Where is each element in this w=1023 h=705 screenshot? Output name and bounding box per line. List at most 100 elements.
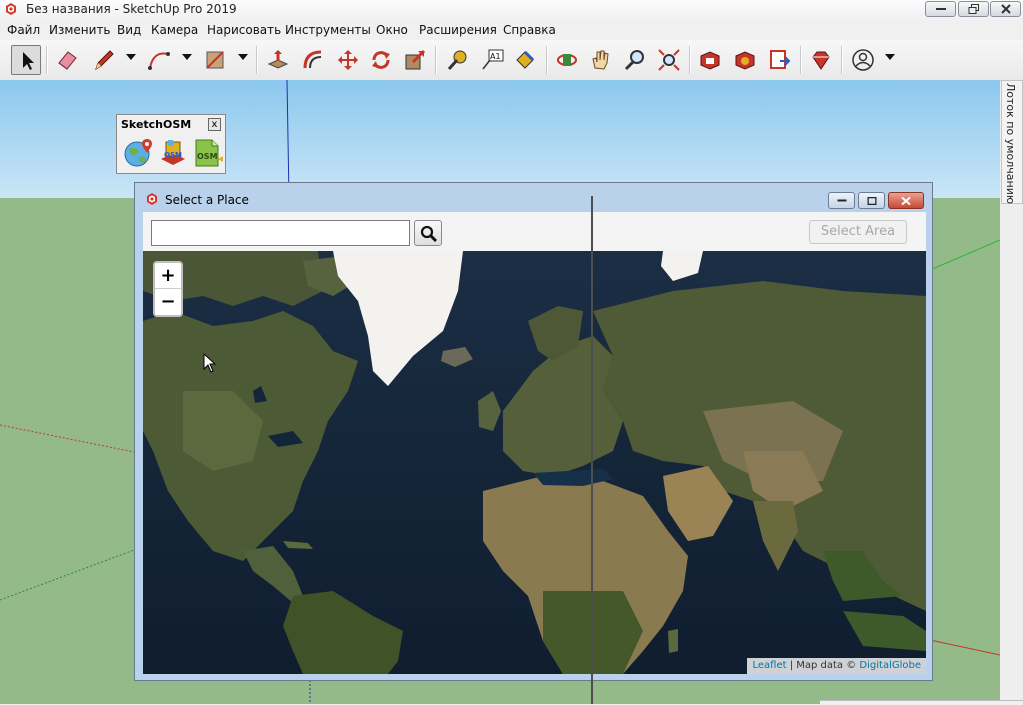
menu-camera[interactable]: Камера: [151, 23, 198, 37]
osm-file-icon[interactable]: OSM: [192, 137, 224, 169]
satellite-map[interactable]: + − Leaflet | Map data © DigitalGlobe: [143, 251, 926, 674]
restore-icon: [968, 4, 979, 14]
dialog-close-button[interactable]: [888, 192, 924, 209]
move-icon: [338, 50, 358, 70]
ruby-console-button[interactable]: [806, 45, 836, 75]
menu-edit[interactable]: Изменить: [49, 23, 111, 37]
offset-icon: [303, 50, 322, 69]
dialog-title: Select a Place: [165, 193, 249, 207]
sketchosm-title: SketchOSM: [121, 118, 192, 131]
3d-warehouse-button[interactable]: [695, 45, 725, 75]
search-icon: [420, 225, 438, 243]
pencil-line-icon: [95, 50, 114, 71]
title-bar: Без названия - SketchUp Pro 2019: [0, 0, 1023, 20]
paint-bucket-icon: [516, 50, 535, 69]
pan-hand-icon: [592, 50, 609, 70]
menu-draw[interactable]: Нарисовать: [207, 23, 281, 37]
default-tray-tab[interactable]: Лоток по умолчанию: [1001, 80, 1023, 204]
menu-help[interactable]: Справка: [503, 23, 556, 37]
search-button[interactable]: [414, 220, 442, 246]
send-to-layout-button[interactable]: [765, 45, 795, 75]
offset-tool-button[interactable]: [298, 45, 328, 75]
paint-bucket-tool-button[interactable]: [510, 45, 540, 75]
arc-tool-button[interactable]: [144, 45, 174, 75]
scale-tool-button[interactable]: [400, 45, 430, 75]
close-icon: [901, 196, 911, 205]
zoom-in-button[interactable]: +: [155, 263, 181, 289]
layout-send-icon: [770, 50, 791, 69]
ruby-icon: [812, 51, 830, 70]
attribution-text: | Map data ©: [786, 660, 860, 671]
extension-warehouse-button[interactable]: [730, 45, 760, 75]
world-map-imagery: [143, 251, 926, 674]
close-icon: [1000, 4, 1011, 14]
leaflet-link[interactable]: Leaflet: [752, 660, 786, 671]
osm-file-label: OSM: [197, 152, 218, 161]
scale-icon: [405, 49, 426, 70]
pan-tool-button[interactable]: [586, 45, 616, 75]
zoom-extents-tool-button[interactable]: [654, 45, 684, 75]
text-tool-button[interactable]: A1: [477, 45, 507, 75]
line-tool-dropdown[interactable]: [126, 54, 136, 60]
zoom-extents-icon: [658, 49, 680, 71]
select-arrow-icon: [23, 52, 34, 70]
sketchosm-close-button[interactable]: x: [208, 118, 221, 131]
osm-import-icon[interactable]: OSM: [157, 137, 189, 169]
dialog-minimize-button[interactable]: [828, 192, 855, 209]
extension-warehouse-icon: [735, 51, 755, 70]
provider-link[interactable]: DigitalGlobe: [859, 660, 921, 671]
place-search-input[interactable]: [151, 220, 410, 246]
select-area-button[interactable]: Select Area: [809, 220, 907, 244]
rectangle-icon: [206, 51, 224, 69]
zoom-tool-button[interactable]: [620, 45, 650, 75]
minimize-icon: [935, 8, 946, 10]
select-place-dialog: Select a Place Select Area + − Leaflet |…: [134, 182, 933, 681]
account-button[interactable]: [848, 45, 878, 75]
maximize-icon: [867, 196, 876, 205]
eraser-icon: [58, 51, 77, 70]
tray-panel: [1000, 204, 1023, 704]
menu-view[interactable]: Вид: [117, 23, 141, 37]
orbit-tool-button[interactable]: [552, 45, 582, 75]
default-tray-label: Лоток по умолчанию: [1004, 83, 1017, 205]
globe-pin-icon[interactable]: [123, 137, 155, 169]
push-pull-icon: [267, 50, 289, 69]
move-tool-button[interactable]: [333, 45, 363, 75]
mouse-cursor-icon: [203, 353, 217, 373]
zoom-icon: [624, 50, 644, 71]
rectangle-tool-button[interactable]: [200, 45, 230, 75]
zoom-out-button[interactable]: −: [155, 289, 181, 315]
menu-window[interactable]: Окно: [376, 23, 408, 37]
account-icon: [852, 49, 874, 71]
tape-measure-tool-button[interactable]: [442, 45, 472, 75]
3d-warehouse-icon: [700, 51, 720, 70]
sketchup-logo-icon: [6, 3, 16, 15]
rectangle-tool-dropdown[interactable]: [238, 54, 248, 60]
select-tool-button[interactable]: [11, 45, 41, 75]
menu-file[interactable]: Файл: [7, 23, 40, 37]
map-zoom-control: + −: [153, 261, 183, 317]
rotate-tool-button[interactable]: [366, 45, 396, 75]
arc-icon: [148, 52, 170, 70]
main-toolbar: A1: [0, 40, 1023, 81]
sketchup-logo-icon: [147, 193, 157, 205]
viewport-guide-line: [591, 196, 593, 704]
push-pull-tool-button[interactable]: [263, 45, 293, 75]
map-attribution: Leaflet | Map data © DigitalGlobe: [747, 658, 926, 674]
minimize-button[interactable]: [925, 1, 956, 17]
eraser-tool-button[interactable]: [52, 45, 82, 75]
menu-tools[interactable]: Инструменты: [285, 23, 371, 37]
menu-bar: Файл Изменить Вид Камера Нарисовать Инст…: [0, 20, 1023, 40]
account-dropdown[interactable]: [885, 54, 895, 60]
restore-button[interactable]: [958, 1, 989, 17]
arc-tool-dropdown[interactable]: [182, 54, 192, 60]
window-title: Без названия - SketchUp Pro 2019: [26, 2, 237, 16]
osm-badge: OSM: [164, 151, 182, 159]
rotate-icon: [372, 51, 390, 69]
text-icon: A1: [482, 49, 504, 70]
menu-extensions[interactable]: Расширения: [419, 23, 497, 37]
line-tool-button[interactable]: [89, 45, 119, 75]
close-button[interactable]: [990, 1, 1021, 17]
minimize-icon: [837, 199, 846, 201]
dialog-maximize-button[interactable]: [858, 192, 885, 209]
